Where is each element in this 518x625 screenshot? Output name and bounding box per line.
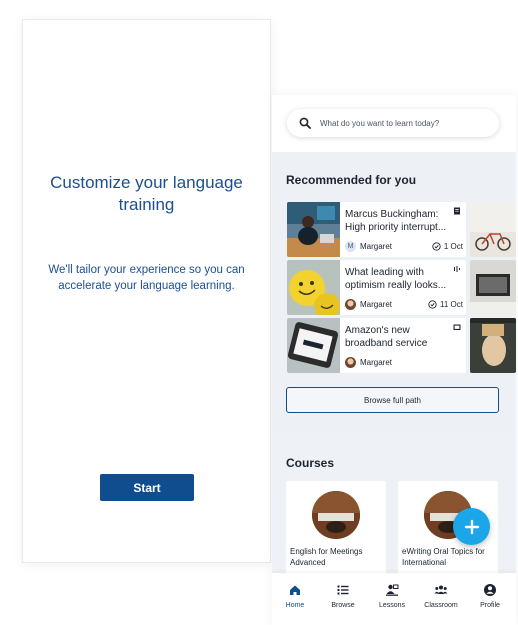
- card-title: What leading with optimism really looks.…: [345, 267, 447, 291]
- date-text: 1 Oct: [443, 241, 463, 251]
- card-meta: M Margaret 1 Oct: [345, 240, 463, 252]
- document-icon: [454, 207, 460, 215]
- search-input[interactable]: What do you want to learn today?: [287, 109, 499, 137]
- nav-label: Browse: [331, 602, 355, 609]
- nav-label: Classroom: [424, 602, 458, 609]
- courses-title: Courses: [286, 456, 335, 470]
- nav-item-browse[interactable]: Browse: [320, 583, 366, 609]
- card-title: Marcus Buckingham: High priority interru…: [345, 209, 447, 233]
- recommended-card[interactable]: What leading with optimism really looks.…: [287, 260, 466, 315]
- card-thumbnail: [287, 260, 340, 315]
- onboarding-subtitle: We'll tailor your experience so you can …: [48, 264, 245, 292]
- list-icon: [337, 585, 349, 595]
- card-thumbnail: [287, 318, 340, 373]
- check-circle-icon: [428, 299, 437, 309]
- video-icon: [453, 324, 461, 330]
- top-bar: What do you want to learn today?: [272, 95, 516, 152]
- author-avatar: [345, 298, 356, 310]
- nav-label: Lessons: [378, 602, 406, 609]
- bottom-nav: Home Browse Lessons Classroom Profile: [272, 573, 516, 625]
- nav-item-classroom[interactable]: Classroom: [418, 583, 464, 609]
- home-icon: [290, 585, 300, 595]
- recommended-card[interactable]: Marcus Buckingham: High priority interru…: [287, 202, 466, 257]
- date-text: 11 Oct: [440, 299, 463, 309]
- plus-icon: [464, 519, 479, 534]
- nav-item-lessons[interactable]: Lessons: [369, 583, 415, 609]
- search-placeholder: What do you want to learn today?: [320, 118, 440, 128]
- peek-card-thumbnail[interactable]: [470, 260, 516, 315]
- peek-card-thumbnail[interactable]: [470, 318, 516, 373]
- check-circle-icon: [432, 241, 441, 251]
- course-card[interactable]: English for Meetings Advanced: [286, 481, 386, 581]
- add-button[interactable]: [453, 508, 490, 545]
- onboarding-card: Customize your language training We'll t…: [22, 19, 271, 563]
- course-thumbnail: [312, 491, 360, 539]
- author-name: Margaret: [360, 299, 393, 309]
- author-name: Margaret: [360, 357, 393, 367]
- recommended-title: Recommended for you: [286, 173, 417, 187]
- author-avatar: M: [345, 240, 356, 252]
- card-date: 11 Oct: [428, 300, 463, 309]
- canvas: Customize your language training We'll t…: [0, 0, 518, 625]
- nav-item-profile[interactable]: Profile: [467, 583, 513, 609]
- audio-icon: [454, 266, 460, 272]
- author-avatar: [345, 356, 356, 368]
- start-button[interactable]: Start: [100, 474, 194, 501]
- card-title: Amazon's new broadband service: [345, 325, 428, 349]
- course-title: English for Meetings Advanced: [290, 547, 363, 567]
- nav-item-home[interactable]: Home: [272, 583, 318, 609]
- profile-icon: [484, 584, 496, 596]
- card-meta: Margaret: [345, 356, 463, 368]
- recommended-card[interactable]: Amazon's new broadband service Margaret: [287, 318, 466, 373]
- nav-label: Profile: [480, 602, 500, 609]
- browse-full-path-button[interactable]: Browse full path: [286, 387, 499, 413]
- onboarding-title: Customize your language training: [50, 173, 243, 214]
- search-icon: [299, 117, 311, 129]
- author-name: Margaret: [360, 241, 393, 251]
- app-home-screen: What do you want to learn today? Recomme…: [272, 95, 516, 625]
- card-thumbnail: [287, 202, 340, 257]
- lessons-icon: [386, 584, 399, 596]
- card-meta: Margaret 11 Oct: [345, 298, 463, 310]
- course-title: eWriting Oral Topics for International: [402, 547, 485, 567]
- card-date: 1 Oct: [432, 242, 463, 251]
- nav-label: Home: [285, 602, 305, 609]
- peek-card-thumbnail[interactable]: [470, 202, 516, 257]
- classroom-icon: [434, 585, 448, 594]
